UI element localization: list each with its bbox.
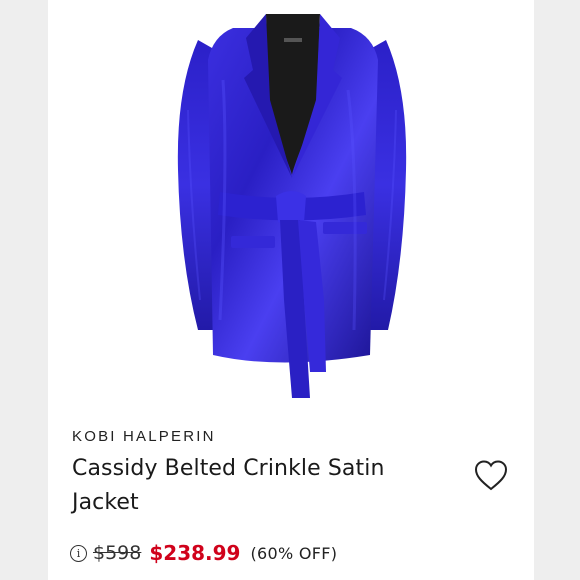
jacket-illustration [177, 14, 407, 398]
product-title[interactable]: Cassidy Belted Crinkle Satin Jacket [72, 452, 452, 520]
original-price: $598 [93, 542, 142, 564]
product-image[interactable] [48, 0, 534, 415]
info-circle-icon[interactable]: i [70, 544, 87, 562]
price-row: i $598 $238.99 (60% OFF) [70, 538, 337, 568]
wishlist-button[interactable] [473, 458, 509, 492]
sale-price: $238.99 [149, 541, 241, 565]
brand-name[interactable]: KOBI HALPERIN [72, 428, 216, 445]
heart-outline-icon [474, 460, 508, 491]
discount-label: (60% OFF) [250, 543, 338, 563]
product-card: KOBI HALPERIN Cassidy Belted Crinkle Sat… [48, 0, 534, 580]
